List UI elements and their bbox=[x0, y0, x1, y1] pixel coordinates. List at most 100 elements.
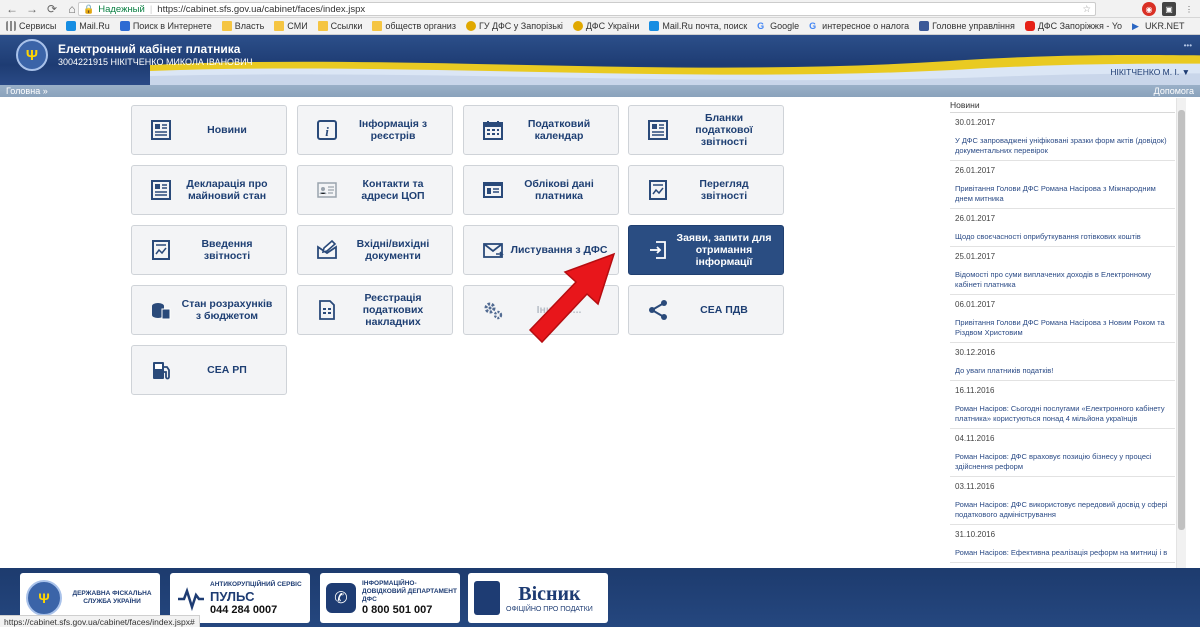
dfs-banner-text: ДЕРЖАВНА ФІСКАЛЬНА СЛУЖБА УКРАЇНИ bbox=[72, 590, 152, 605]
breadcrumb-home[interactable]: Головна » bbox=[6, 86, 48, 96]
tile-account-data[interactable]: Облікові дані платника bbox=[463, 165, 619, 215]
news-link[interactable]: Роман Насіров: ДФС використовує передови… bbox=[955, 500, 1170, 520]
news-scrollbar[interactable] bbox=[1176, 98, 1186, 568]
bookmark-tax-interesting[interactable]: Gинтересное о налога bbox=[809, 21, 909, 31]
info-title: ІНФОРМАЦІЙНО-ДОВІДКОВИЙ ДЕПАРТАМЕНТ ДФС bbox=[362, 580, 457, 603]
bookmark-dfs[interactable]: ДФС України bbox=[572, 21, 639, 31]
info-department-banner[interactable]: ✆ ІНФОРМАЦІЙНО-ДОВІДКОВИЙ ДЕПАРТАМЕНТ ДФ… bbox=[320, 573, 460, 623]
tile-sea-pdv[interactable]: СЕА ПДВ bbox=[628, 285, 784, 335]
news-item[interactable]: 16.11.2016 Роман Насіров: Сьогодні послуг… bbox=[950, 381, 1175, 429]
news-link[interactable]: Роман Насіров: ДФС враховує позицію бізн… bbox=[955, 452, 1170, 472]
bookmark-facebook[interactable]: Головне управління bbox=[919, 21, 1015, 31]
tile-property-declaration[interactable]: Декларація про майновий стан bbox=[131, 165, 287, 215]
tile-label: Інформація з реєстрів bbox=[358, 118, 428, 142]
secure-label: Надежный bbox=[98, 3, 145, 15]
bookmark-google[interactable]: G Google bbox=[757, 21, 799, 31]
bookmark-gu-dfs[interactable]: ГУ ДФС у Запорізькі bbox=[465, 21, 563, 31]
bookmark-folder-orgs[interactable]: обществ организ bbox=[372, 21, 456, 31]
tile-report-view[interactable]: Перегляд звітності bbox=[628, 165, 784, 215]
bookmark-folder-vlast[interactable]: Власть bbox=[221, 21, 264, 31]
tile-correspondence[interactable]: Листування з ДФС bbox=[463, 225, 619, 275]
tile-other-registers[interactable]: Інші ер... bbox=[463, 285, 619, 335]
tile-label: СЕА РП bbox=[207, 364, 247, 376]
tile-contacts[interactable]: Контакти та адреси ЦОП bbox=[297, 165, 453, 215]
reload-icon[interactable]: ⟳ bbox=[44, 1, 60, 17]
bookmark-youtube[interactable]: ДФС Запоріжжя - Yo bbox=[1024, 21, 1122, 31]
news-item[interactable]: 26.01.2017 Щодо своєчасності оприбуткуван… bbox=[950, 209, 1175, 247]
bookmarks-bar: Сервисы Mail.Ru Поиск в Интернете Власть… bbox=[0, 18, 1200, 35]
visnyk-banner-text: Вісник ОФІЦІЙНО ПРО ПОДАТКИ bbox=[506, 583, 593, 613]
account-data-icon bbox=[480, 177, 506, 203]
news-item[interactable]: 30.12.2016 До уваги платників податків! bbox=[950, 343, 1175, 381]
coins-icon bbox=[148, 297, 174, 323]
tile-report-forms[interactable]: Бланки податкової звітності bbox=[628, 105, 784, 155]
bookmark-search[interactable]: Поиск в Интернете bbox=[119, 21, 212, 31]
star-icon[interactable]: ☆ bbox=[1082, 4, 1091, 15]
dfs-emblem-icon bbox=[465, 21, 476, 31]
tile-registry-info[interactable]: i Інформація з реєстрів bbox=[297, 105, 453, 155]
address-bar[interactable]: 🔒 Надежный | https://cabinet.sfs.gov.ua/… bbox=[78, 2, 1096, 16]
header-dots: ••• bbox=[1183, 41, 1192, 50]
bookmark-folder-links[interactable]: Ссылки bbox=[317, 21, 363, 31]
news-link[interactable]: Відомості про суми виплачених доходів в … bbox=[955, 270, 1170, 290]
bookmark-apps[interactable]: Сервисы bbox=[6, 21, 56, 31]
google-icon: G bbox=[757, 21, 765, 31]
extension-icon[interactable]: ▣ bbox=[1162, 2, 1176, 16]
bookmark-folder-smi[interactable]: СМИ bbox=[274, 21, 308, 31]
bookmark-label: интересное о налога bbox=[822, 21, 910, 31]
tile-label: Податковий календар bbox=[527, 118, 591, 142]
news-date: 04.11.2016 bbox=[955, 434, 995, 443]
tile-tax-invoice-registration[interactable]: Реєстрація податкових накладних bbox=[297, 285, 453, 335]
tile-info-requests[interactable]: Заяви, запити для отримання інформації bbox=[628, 225, 784, 275]
news-item[interactable]: 06.01.2017 Привітання Голови ДФС Романа Н… bbox=[950, 295, 1175, 343]
bookmark-label: Поиск в Интернете bbox=[132, 21, 212, 31]
mailru-icon bbox=[66, 21, 77, 31]
tile-budget-settlements[interactable]: Стан розрахунків з бюджетом bbox=[131, 285, 287, 335]
news-item[interactable]: 03.11.2016 Роман Насіров: ДФС використову… bbox=[950, 477, 1175, 525]
news-link[interactable]: Привітання Голови ДФС Романа Насірова з … bbox=[955, 184, 1170, 204]
gears-icon bbox=[480, 297, 506, 323]
bookmark-ukrnet[interactable]: ▶ UKR.NET bbox=[1132, 21, 1185, 31]
tile-in-out-documents[interactable]: Вхідні/вихідні документи bbox=[297, 225, 453, 275]
news-link[interactable]: Роман Насіров: Сьогодні послугами «Елект… bbox=[955, 404, 1170, 424]
mailru-icon bbox=[649, 21, 660, 31]
news-link[interactable]: У ДФС запроваджені уніфіковані зразки фо… bbox=[955, 136, 1170, 156]
news-item[interactable]: 31.10.2016 Роман Насіров: Ефективна реалі… bbox=[950, 525, 1175, 563]
user-menu[interactable]: НІКІТЧЕНКО М. І. ▼ bbox=[1110, 67, 1190, 77]
pulse-icon bbox=[178, 587, 204, 612]
news-panel: Новини 30.01.2017 У ДФС запроваджені уніф… bbox=[950, 98, 1175, 568]
bookmark-mailru[interactable]: Mail.Ru bbox=[66, 21, 110, 31]
news-item[interactable]: 04.11.2016 Роман Насіров: ДФС враховує по… bbox=[950, 429, 1175, 477]
bookmark-label: Ссылки bbox=[330, 21, 363, 31]
scrollbar-thumb[interactable] bbox=[1178, 110, 1185, 530]
news-date: 26.01.2017 bbox=[955, 214, 996, 223]
browser-toolbar: ← → ⟳ ⌂ 🔒 Надежный | https://cabinet.sfs… bbox=[0, 0, 1200, 18]
tile-label: Вхідні/вихідні документи bbox=[356, 238, 430, 262]
news-item[interactable]: 25.01.2017 Відомості про суми виплачених … bbox=[950, 247, 1175, 295]
tile-label: СЕА ПДВ bbox=[700, 304, 748, 316]
adblock-icon[interactable]: ◉ bbox=[1142, 2, 1156, 16]
forward-icon[interactable]: → bbox=[24, 1, 40, 17]
menu-icon[interactable]: ⋮ bbox=[1182, 2, 1196, 16]
news-link[interactable]: До уваги платників податків! bbox=[955, 366, 1170, 376]
news-link[interactable]: Щодо своєчасності оприбуткування готівко… bbox=[955, 232, 1170, 242]
ukrnet-icon: ▶ bbox=[1132, 21, 1139, 31]
news-date: 30.12.2016 bbox=[955, 348, 996, 357]
phone-icon: ✆ bbox=[326, 583, 356, 613]
bookmark-label: ГУ ДФС у Запорізькі bbox=[478, 21, 563, 31]
bookmark-mailru-mail[interactable]: Mail.Ru почта, поиск bbox=[649, 21, 747, 31]
visnyk-banner[interactable]: Вісник ОФІЦІЙНО ПРО ПОДАТКИ bbox=[468, 573, 608, 623]
tile-news[interactable]: Новини bbox=[131, 105, 287, 155]
news-link[interactable]: Роман Насіров: Ефективна реалізація рефо… bbox=[955, 548, 1170, 558]
tile-report-input[interactable]: Введення звітності bbox=[131, 225, 287, 275]
tile-tax-calendar[interactable]: Податковий календар bbox=[463, 105, 619, 155]
news-link[interactable]: Привітання Голови ДФС Романа Насірова з … bbox=[955, 318, 1170, 338]
news-item[interactable]: 30.01.2017 У ДФС запроваджені уніфіковані… bbox=[950, 113, 1175, 161]
address-separator: | bbox=[149, 3, 153, 15]
help-link[interactable]: Допомога bbox=[1154, 86, 1194, 96]
news-panel-title: Новини bbox=[950, 98, 1175, 113]
tile-sea-rp[interactable]: СЕА РП bbox=[131, 345, 287, 395]
news-item[interactable]: 26.01.2017 Привітання Голови ДФС Романа Н… bbox=[950, 161, 1175, 209]
back-icon[interactable]: ← bbox=[4, 1, 20, 17]
forms-icon bbox=[645, 117, 671, 143]
